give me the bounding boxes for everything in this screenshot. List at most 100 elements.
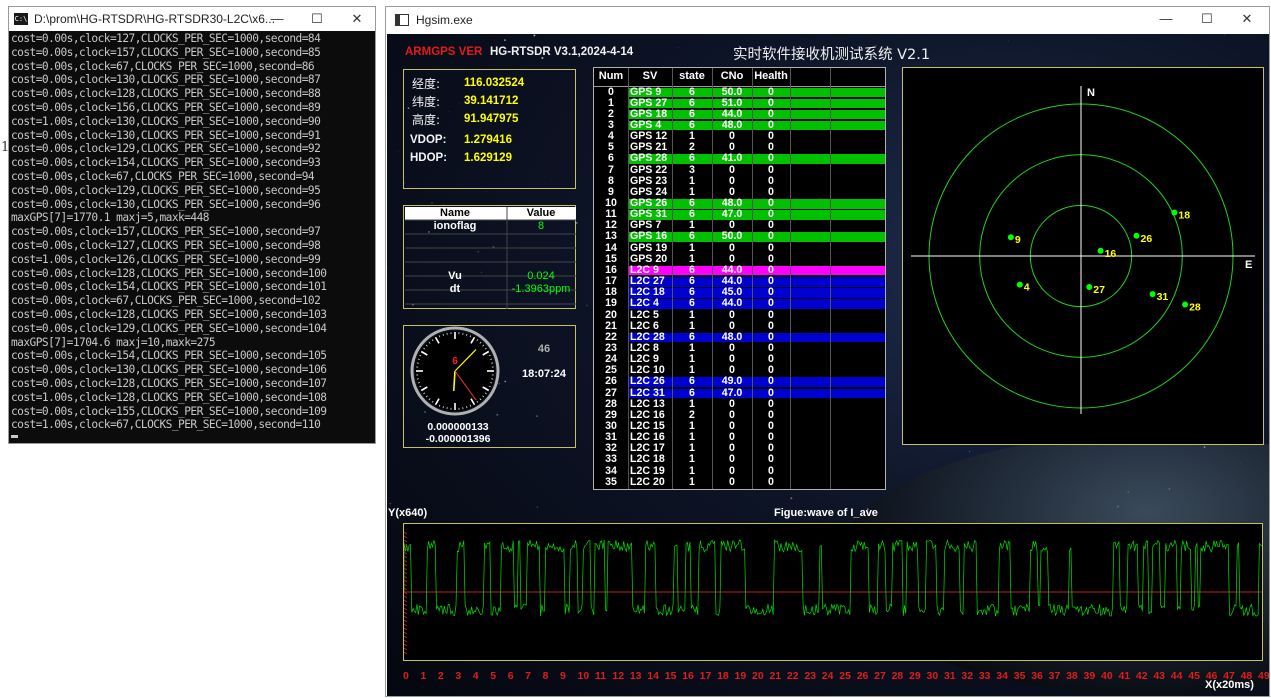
table-row[interactable]: 0 GPS 9 6 50.0 0 <box>594 86 885 97</box>
cell-cno: 44.0 <box>721 275 743 288</box>
star <box>398 151 400 153</box>
cell-sv: L2C 8 <box>630 341 659 354</box>
wave-y-axis-label: Y(x640) <box>388 507 428 519</box>
satellite-marker[interactable] <box>1133 232 1140 239</box>
hgsim-maximize-button[interactable]: ☐ <box>1187 7 1227 31</box>
cell-health: 0 <box>768 364 774 377</box>
table-row[interactable]: 24 L2C 9 1 0 0 <box>594 353 885 366</box>
satellite-marker[interactable] <box>1016 281 1023 288</box>
cell-cno: 45.0 <box>721 286 743 299</box>
cell-sv: GPS 20 <box>630 252 668 265</box>
wave-y-tick <box>403 627 408 631</box>
hgsim-titlebar[interactable]: Hgsim.exe — ☐ ✕ <box>386 7 1269 33</box>
table-column-divider <box>628 68 629 489</box>
wave-x-tick-label: 18 <box>717 670 729 682</box>
cell-num: 24 <box>605 353 617 366</box>
table-row[interactable]: 1 GPS 27 6 51.0 0 <box>594 96 885 109</box>
cell-sv: L2C 18 <box>630 286 665 299</box>
satellite-marker[interactable] <box>1097 247 1104 254</box>
star <box>389 502 392 505</box>
cell-state: 2 <box>689 141 695 154</box>
console-close-button[interactable]: ✕ <box>337 7 375 31</box>
table-row[interactable]: 26 L2C 26 6 49.0 0 <box>594 376 885 387</box>
table-row[interactable]: 32 L2C 17 1 0 0 <box>594 443 885 453</box>
hgsim-minimize-button[interactable]: — <box>1146 7 1186 31</box>
console-maximize-button[interactable]: ☐ <box>297 7 337 31</box>
latitude-label: 纬度: <box>412 95 441 109</box>
table-row[interactable]: 16 L2C 9 6 44.0 0 <box>594 265 885 276</box>
cell-sv: GPS 23 <box>630 174 668 187</box>
param-value: -1.3963ppm <box>511 283 571 295</box>
table-row[interactable]: 25 L2C 10 1 0 0 <box>594 364 885 377</box>
satellite-marker[interactable] <box>1182 301 1189 308</box>
cell-sv: L2C 10 <box>630 364 665 377</box>
table-row[interactable]: 34 L2C 19 1 0 0 <box>594 465 885 475</box>
table-row[interactable]: 29 L2C 16 2 0 0 <box>594 408 885 421</box>
table-row[interactable]: 3 GPS 4 6 48.0 0 <box>594 120 885 131</box>
console-output[interactable]: cost=0.00s,clock=127,CLOCKS_PER_SEC=1000… <box>11 32 373 443</box>
table-row[interactable]: 27 L2C 31 6 47.0 0 <box>594 387 885 399</box>
table-row[interactable]: 5 GPS 21 2 0 0 <box>594 141 885 154</box>
cell-health: 0 <box>768 96 774 109</box>
satellite-marker[interactable] <box>1007 234 1014 241</box>
satellite-marker[interactable] <box>1171 209 1178 216</box>
console-titlebar[interactable]: C:\ D:\prom\HG-RTSDR\HG-RTSDR30-L2C\x6..… <box>9 7 375 31</box>
satellite-table[interactable]: Num SV state CNo Health 0 GPS 9 6 50.0 0 1 GPS 27 6… <box>593 67 886 490</box>
table-row[interactable]: 9 GPS 24 1 0 0 <box>594 185 885 198</box>
hgsim-title: Hgsim.exe <box>416 13 473 27</box>
cell-cno: 0 <box>729 163 735 176</box>
wave-y-tick <box>403 603 408 607</box>
hgsim-close-button[interactable]: ✕ <box>1227 7 1267 31</box>
table-row[interactable]: 28 L2C 13 1 0 0 <box>594 399 885 409</box>
table-row[interactable]: 4 GPS 12 1 0 0 <box>594 131 885 141</box>
cell-cno: 48.0 <box>721 197 743 209</box>
table-row[interactable]: 8 GPS 23 1 0 0 <box>594 174 885 187</box>
cell-health: 0 <box>768 475 774 488</box>
wave-y-tick <box>403 583 408 587</box>
table-row[interactable]: 11 GPS 31 6 47.0 0 <box>594 208 885 221</box>
table-row[interactable]: 33 L2C 18 1 0 0 <box>594 453 885 466</box>
console-line: cost=0.00s,clock=157,CLOCKS_PER_SEC=1000… <box>11 225 321 239</box>
table-row[interactable]: 13 GPS 16 6 50.0 0 <box>594 231 885 242</box>
table-row[interactable]: 19 L2C 4 6 44.0 0 <box>594 298 885 309</box>
table-row[interactable]: 21 L2C 6 1 0 0 <box>594 319 885 332</box>
table-row[interactable]: 20 L2C 5 1 0 0 <box>594 309 885 319</box>
wave-x-tick-label: 37 <box>1048 670 1061 682</box>
table-row[interactable]: 10 GPS 26 6 48.0 0 <box>594 197 885 209</box>
cell-sv: GPS 19 <box>630 241 668 254</box>
wave-y-tick <box>403 535 408 539</box>
star <box>504 39 506 41</box>
cell-state: 1 <box>689 185 695 198</box>
cell-sv: L2C 16 <box>630 408 665 421</box>
table-row[interactable]: 35 L2C 20 1 0 0 <box>594 475 885 488</box>
table-row[interactable]: 23 L2C 8 1 0 0 <box>594 341 885 354</box>
satellite-marker[interactable] <box>1149 291 1156 298</box>
cell-num: 23 <box>605 341 617 354</box>
satellite-marker[interactable] <box>1086 284 1093 290</box>
star <box>486 191 487 192</box>
hgsim-window[interactable]: Hgsim.exe — ☐ ✕ ARMGPS VER HG-RTSDR V3.1… <box>385 6 1270 697</box>
cell-cno: 0 <box>729 219 735 232</box>
wave-y-tick <box>403 635 408 639</box>
table-row[interactable]: 30 L2C 15 1 0 0 <box>594 421 885 431</box>
table-row[interactable]: 12 GPS 7 1 0 0 <box>594 219 885 232</box>
table-row[interactable]: 31 L2C 16 1 0 0 <box>594 432 885 442</box>
cell-state: 6 <box>689 208 695 221</box>
skyplot: N E 9 16 26 18 4 27 31 28 <box>911 86 1255 414</box>
console-window[interactable]: C:\ D:\prom\HG-RTSDR\HG-RTSDR30-L2C\x6..… <box>8 6 376 444</box>
table-row[interactable]: 7 GPS 22 3 0 0 <box>594 163 885 176</box>
cell-health: 0 <box>768 152 774 165</box>
table-row[interactable]: 15 GPS 20 1 0 0 <box>594 252 885 265</box>
cell-sv: GPS 28 <box>630 152 668 165</box>
table-row[interactable]: 6 GPS 28 6 41.0 0 <box>594 152 885 165</box>
cell-sv: L2C 18 <box>630 453 665 466</box>
table-row[interactable]: 22 L2C 28 6 48.0 0 <box>594 332 885 343</box>
param-name: Vu <box>448 270 462 282</box>
table-row[interactable]: 2 GPS 18 6 44.0 0 <box>594 109 885 120</box>
system-title: 实时软件接收机测试系统 V2.1 <box>733 47 931 63</box>
table-row[interactable]: 18 L2C 18 6 45.0 0 <box>594 286 885 299</box>
table-row[interactable]: 14 GPS 19 1 0 0 <box>594 241 885 254</box>
cell-cno: 0 <box>729 319 735 332</box>
table-row[interactable]: 17 L2C 27 6 44.0 0 <box>594 275 885 288</box>
console-minimize-button[interactable]: — <box>257 7 297 31</box>
